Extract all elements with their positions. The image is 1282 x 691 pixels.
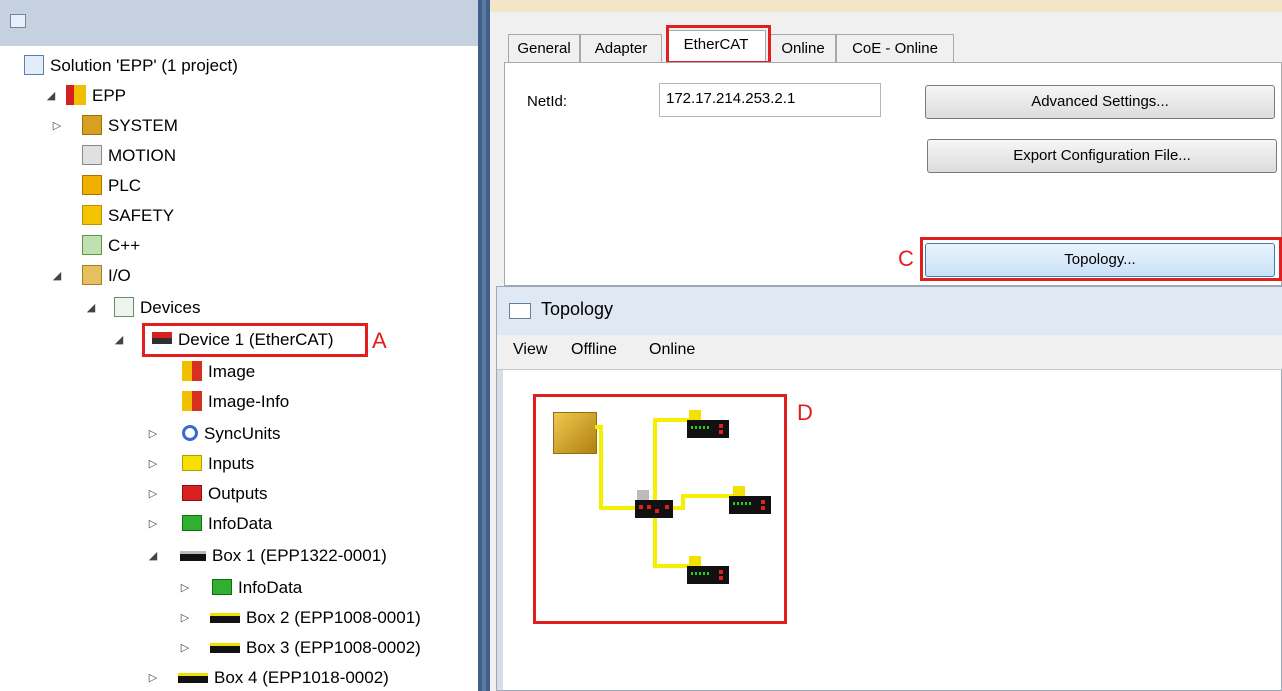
menu-offline[interactable]: Offline: [571, 341, 617, 359]
tree-item-system[interactable]: SYSTEM: [82, 112, 178, 140]
tree-item-safety[interactable]: SAFETY: [82, 202, 174, 230]
solution-icon: [24, 54, 44, 75]
expand-arrow-icon[interactable]: ◢: [112, 326, 126, 354]
tab-online[interactable]: Online: [770, 34, 836, 62]
topology-window: Topology View Offline Online D: [496, 286, 1282, 691]
properties-icon[interactable]: [10, 14, 26, 28]
collapse-arrow-icon[interactable]: ▷: [178, 634, 192, 662]
tree-item-syncunits[interactable]: SyncUnits: [182, 420, 281, 448]
motion-icon: [82, 144, 102, 165]
tree-item-box1[interactable]: Box 1 (EPP1322-0001): [180, 542, 387, 570]
collapse-arrow-icon[interactable]: ▷: [146, 450, 160, 478]
io-icon: [82, 264, 102, 285]
topology-title: Topology: [541, 299, 614, 319]
tree-item-inputs[interactable]: Inputs: [182, 450, 254, 478]
solution-explorer-toolbar: [0, 0, 478, 46]
cpp-icon: [82, 234, 102, 255]
expand-arrow-icon[interactable]: ◢: [146, 542, 160, 570]
collapse-arrow-icon[interactable]: ▷: [50, 112, 64, 140]
device-editor: General Adapter EtherCAT Online CoE - On…: [490, 0, 1282, 691]
highlight-box-b: [666, 25, 771, 64]
topology-canvas: D: [497, 370, 1281, 690]
box-module-icon: [210, 612, 240, 623]
expand-arrow-icon[interactable]: ◢: [50, 262, 64, 290]
plc-icon: [82, 174, 102, 195]
infodata-icon: [182, 514, 202, 531]
collapse-arrow-icon[interactable]: ▷: [146, 480, 160, 508]
netid-field[interactable]: 172.17.214.253.2.1: [659, 83, 881, 117]
menu-view[interactable]: View: [513, 341, 547, 359]
tab-general[interactable]: General: [508, 34, 580, 62]
box-module-icon: [210, 642, 240, 653]
tree-item-image[interactable]: Image: [182, 358, 255, 386]
devices-icon: [114, 296, 134, 317]
tab-coe-online[interactable]: CoE - Online: [836, 34, 954, 62]
window-icon: [509, 303, 531, 319]
sync-icon: [182, 424, 198, 441]
tree-item-epp[interactable]: EPP: [66, 82, 126, 110]
tree-item-outputs[interactable]: Outputs: [182, 480, 268, 508]
tree-item-box2[interactable]: Box 2 (EPP1008-0001): [210, 604, 421, 632]
pane-splitter[interactable]: [478, 0, 490, 691]
safety-icon: [82, 204, 102, 225]
tab-adapter[interactable]: Adapter: [580, 34, 662, 62]
collapse-arrow-icon[interactable]: ▷: [178, 574, 192, 602]
outputs-icon: [182, 484, 202, 501]
tree-item-cpp[interactable]: C++: [82, 232, 140, 260]
tree-item-plc[interactable]: PLC: [82, 172, 141, 200]
infodata-icon: [212, 578, 232, 595]
annotation-c: C: [898, 246, 914, 271]
collapse-arrow-icon[interactable]: ▷: [146, 510, 160, 538]
image-info-icon: [182, 390, 202, 411]
export-configuration-button[interactable]: Export Configuration File...: [927, 139, 1277, 173]
tree-item-image-info[interactable]: Image-Info: [182, 388, 289, 416]
expand-arrow-icon[interactable]: ◢: [44, 82, 58, 110]
tree-item-box3[interactable]: Box 3 (EPP1008-0002): [210, 634, 421, 662]
box-module-icon: [178, 672, 208, 683]
canvas-left-edge: [497, 370, 503, 690]
image-icon: [182, 360, 202, 381]
menu-online[interactable]: Online: [649, 341, 695, 359]
project-icon: [66, 84, 86, 105]
tree-item-motion[interactable]: MOTION: [82, 142, 176, 170]
collapse-arrow-icon[interactable]: ▷: [146, 664, 160, 691]
advanced-settings-button[interactable]: Advanced Settings...: [925, 85, 1275, 119]
tree-item-devices[interactable]: Devices: [114, 294, 200, 322]
highlight-box-a: [142, 323, 368, 357]
tree-item-box1-infodata[interactable]: InfoData: [212, 574, 302, 602]
annotation-d: D: [797, 400, 813, 425]
tree-item-solution[interactable]: Solution 'EPP' (1 project): [24, 52, 238, 80]
system-icon: [82, 114, 102, 135]
tree-item-io[interactable]: I/O: [82, 262, 131, 290]
highlight-box-d: [533, 394, 787, 624]
netid-label: NetId:: [527, 93, 568, 110]
inputs-icon: [182, 454, 202, 471]
editor-top-strip: [490, 0, 1282, 12]
topology-menu-bar: View Offline Online: [497, 335, 1282, 370]
box-module-icon: [180, 550, 206, 561]
topology-title-bar: Topology: [497, 287, 1282, 336]
solution-explorer: Solution 'EPP' (1 project) ◢ EPP ▷ SYSTE…: [0, 0, 478, 691]
collapse-arrow-icon[interactable]: ▷: [178, 604, 192, 632]
annotation-a: A: [372, 328, 387, 353]
highlight-box-c: [920, 237, 1282, 281]
collapse-arrow-icon[interactable]: ▷: [146, 420, 160, 448]
tree-item-infodata[interactable]: InfoData: [182, 510, 272, 538]
tree-item-box4[interactable]: Box 4 (EPP1018-0002): [178, 664, 389, 691]
expand-arrow-icon[interactable]: ◢: [84, 294, 98, 322]
